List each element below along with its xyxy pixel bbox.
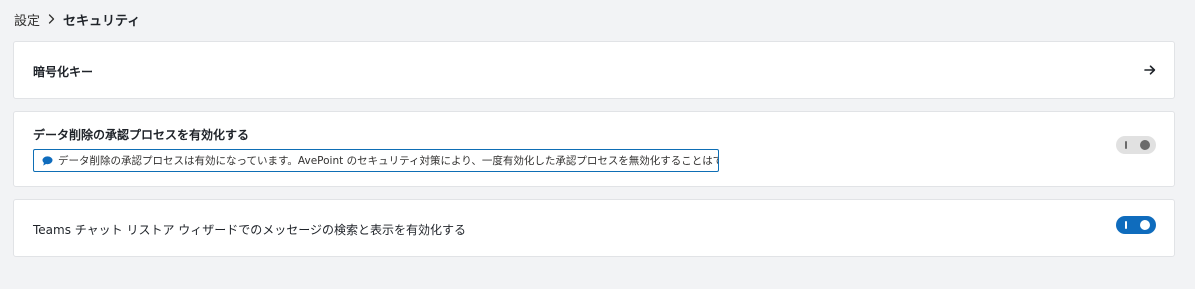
arrow-right-icon[interactable] bbox=[1142, 62, 1158, 78]
chevron-right-icon bbox=[48, 14, 55, 24]
deletion-approval-info-message: データ削除の承認プロセスは有効になっています。AvePoint のセキュリティ対… bbox=[33, 149, 719, 172]
deletion-approval-toggle[interactable] bbox=[1116, 136, 1156, 154]
encryption-key-card[interactable]: 暗号化キー bbox=[13, 41, 1175, 99]
breadcrumb-settings-link[interactable]: 設定 bbox=[14, 10, 40, 29]
breadcrumb: 設定 セキュリティ bbox=[14, 10, 141, 29]
deletion-approval-card: データ削除の承認プロセスを有効化する データ削除の承認プロセスは有効になっていま… bbox=[13, 111, 1175, 187]
toggle-knob bbox=[1140, 220, 1150, 230]
toggle-knob bbox=[1140, 140, 1150, 150]
toggle-on-indicator bbox=[1125, 221, 1127, 229]
teams-chat-search-card: Teams チャット リストア ウィザードでのメッセージの検索と表示を有効化する bbox=[13, 199, 1175, 257]
chat-bubble-icon bbox=[42, 155, 53, 166]
info-message-text: データ削除の承認プロセスは有効になっています。AvePoint のセキュリティ対… bbox=[58, 155, 719, 167]
deletion-approval-title: データ削除の承認プロセスを有効化する bbox=[33, 128, 250, 142]
teams-chat-search-title: Teams チャット リストア ウィザードでのメッセージの検索と表示を有効化する bbox=[33, 223, 467, 237]
encryption-key-title: 暗号化キー bbox=[33, 65, 94, 79]
toggle-on-indicator bbox=[1125, 141, 1127, 149]
teams-chat-search-toggle[interactable] bbox=[1116, 216, 1156, 234]
breadcrumb-current: セキュリティ bbox=[63, 13, 141, 29]
